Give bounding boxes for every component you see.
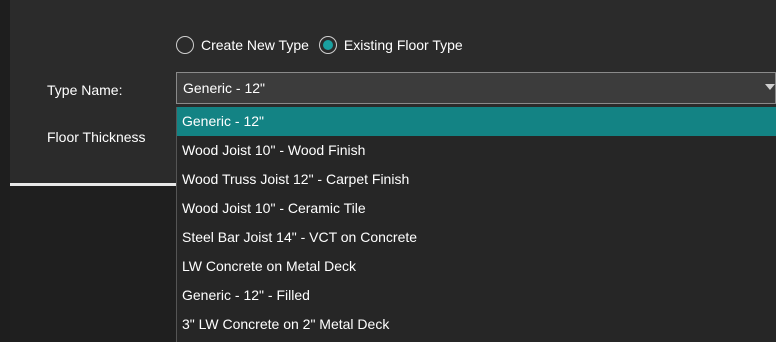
radio-existing-floor-type[interactable]: Existing Floor Type (318, 36, 463, 54)
mode-radio-group: Create New Type Existing Floor Type (176, 34, 473, 56)
dropdown-item[interactable]: LW Concrete on Metal Deck (177, 252, 776, 281)
dropdown-item[interactable]: Steel Bar Joist 14" - VCT on Concrete (177, 223, 776, 252)
window-edge (0, 0, 10, 342)
type-name-value: Generic - 12" (183, 80, 266, 96)
type-name-label: Type Name: (47, 82, 123, 98)
dropdown-item[interactable]: 3" LW Concrete on 2" Metal Deck (177, 310, 776, 339)
radio-unchecked-icon[interactable] (176, 36, 194, 54)
dropdown-item[interactable]: Generic - 12" (177, 107, 776, 136)
type-name-combobox[interactable]: Generic - 12" (176, 72, 776, 104)
dropdown-item[interactable]: Wood Truss Joist 12" - Carpet Finish (177, 165, 776, 194)
radio-label-create-new-type: Create New Type (201, 37, 309, 53)
type-name-dropdown-list: Generic - 12" Wood Joist 10" - Wood Fini… (176, 107, 776, 342)
dropdown-item[interactable]: Wood Joist 10" - Wood Finish (177, 136, 776, 165)
floor-thickness-label: Floor Thickness (47, 129, 146, 145)
divider (10, 183, 176, 186)
chevron-down-icon[interactable] (765, 84, 775, 90)
dropdown-item[interactable]: Wood Joist 10" - Ceramic Tile (177, 194, 776, 223)
radio-checked-icon[interactable] (318, 36, 337, 54)
radio-create-new-type[interactable]: Create New Type (176, 36, 309, 54)
dropdown-item[interactable]: Generic - 12" - Filled (177, 281, 776, 310)
radio-label-existing-floor-type: Existing Floor Type (343, 37, 463, 53)
